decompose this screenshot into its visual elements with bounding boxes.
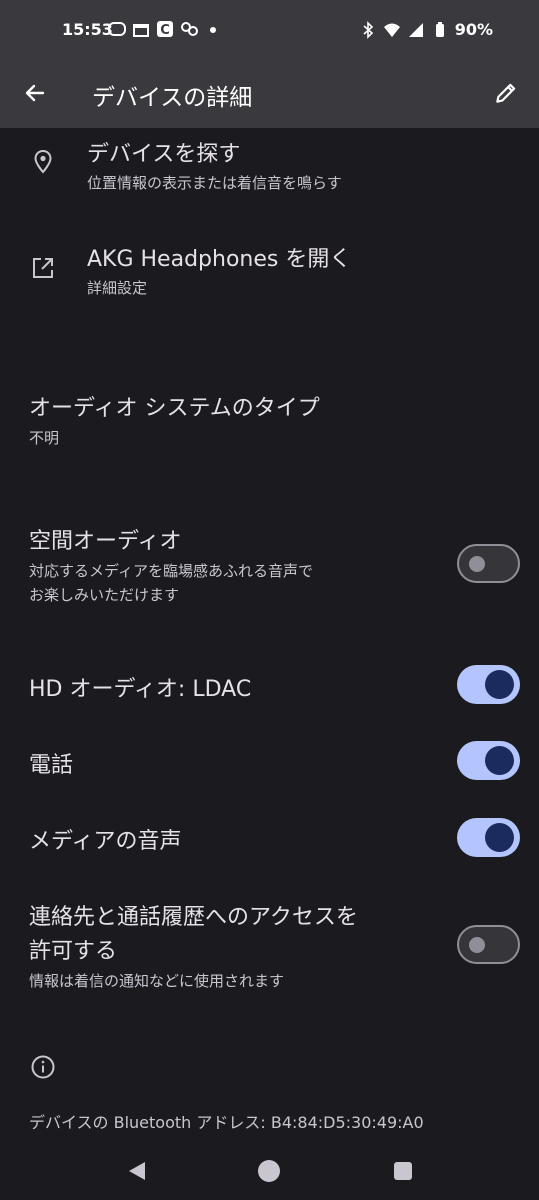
svg-text:C: C [160, 23, 170, 38]
wifi-icon [383, 23, 400, 37]
back-button[interactable] [14, 72, 56, 114]
hd-audio-label: HD オーディオ: LDAC [29, 677, 252, 702]
info-icon [31, 1055, 55, 1079]
location-pin-icon [34, 149, 52, 174]
system-status-icons: 90% [359, 20, 493, 39]
contacts-access-toggle[interactable] [457, 925, 520, 964]
contacts-access-desc: 情報は着信の通知などに使用されます [29, 972, 285, 990]
toggle-knob [485, 823, 514, 852]
bluetooth-icon [363, 20, 373, 39]
more-notifications-dot-icon [210, 27, 216, 33]
status-bar: 15:53 C 90% [0, 0, 539, 62]
toggle-knob [485, 746, 514, 775]
bluetooth-address: デバイスの Bluetooth アドレス: B4:84:D5:30:49:A0 [29, 1113, 424, 1132]
nav-back-icon[interactable] [126, 1160, 148, 1182]
c-app-icon: C [157, 21, 173, 38]
find-device-title: デバイスを探す [87, 142, 241, 167]
edit-button[interactable] [485, 72, 527, 114]
spatial-audio-desc-line2: お楽しみいただけます [29, 586, 180, 604]
app-notification-icon [108, 22, 126, 36]
pencil-icon [496, 83, 516, 103]
toggle-knob [485, 670, 514, 699]
earbuds-icon [181, 22, 198, 36]
spatial-audio-label: 空間オーディオ [29, 529, 182, 554]
audio-system-type-label: オーディオ システムのタイプ [29, 396, 320, 421]
battery-percentage: 90% [454, 20, 493, 39]
toggle-knob [469, 556, 485, 572]
notification-icons: C [108, 20, 222, 38]
battery-icon [435, 21, 444, 37]
arrow-back-icon [25, 84, 45, 102]
hd-audio-toggle[interactable] [457, 665, 520, 704]
open-app-subtitle: 詳細設定 [87, 279, 148, 297]
app-bar: デバイスの詳細 [0, 62, 539, 128]
contacts-access-label-line2: 許可する [29, 939, 118, 964]
spatial-audio-desc-line1: 対応するメディアを臨場感あふれる音声で [29, 562, 313, 580]
media-audio-toggle[interactable] [457, 818, 520, 857]
media-audio-label: メディアの音声 [29, 829, 182, 854]
system-navigation-bar [0, 1140, 539, 1200]
status-time: 15:53 [62, 20, 113, 39]
header-area: 15:53 C 90% デバイスの詳細 [0, 0, 539, 128]
phone-label: 電話 [29, 753, 74, 778]
device-details-screen: 15:53 C 90% デバイスの詳細 デバイスを探す 位置情報の表示または着信… [0, 0, 539, 1200]
contacts-access-label-line1: 連絡先と通話履歴へのアクセスを [29, 905, 358, 930]
audio-system-type-value: 不明 [29, 429, 60, 447]
nav-home-icon[interactable] [258, 1160, 280, 1182]
phone-toggle[interactable] [457, 741, 520, 780]
gift-icon [133, 24, 149, 37]
spatial-audio-toggle[interactable] [457, 544, 520, 583]
page-title: デバイスの詳細 [92, 85, 253, 111]
find-device-subtitle: 位置情報の表示または着信音を鳴らす [87, 174, 342, 192]
open-in-new-icon [33, 258, 53, 278]
cellular-signal-icon [408, 22, 423, 37]
open-app-title: AKG Headphones を開く [87, 247, 352, 272]
toggle-knob [469, 937, 485, 953]
nav-recents-icon[interactable] [394, 1162, 412, 1180]
